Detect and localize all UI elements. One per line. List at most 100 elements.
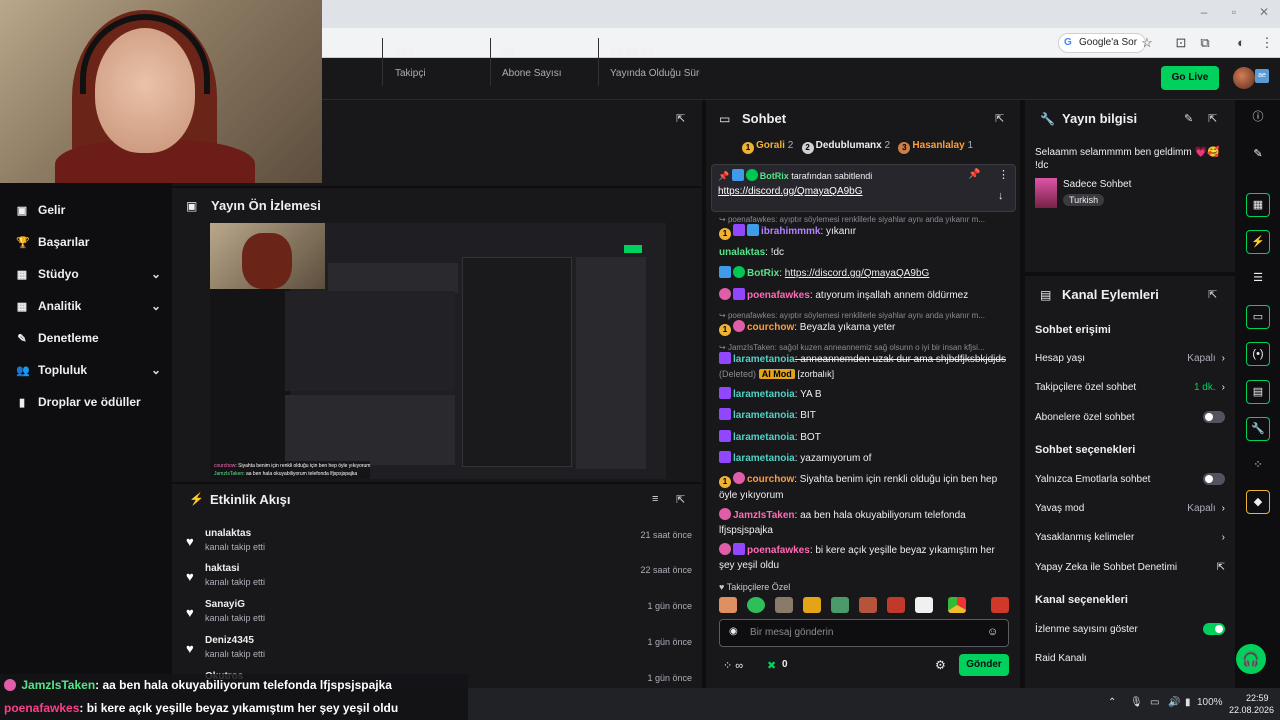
- emote[interactable]: [747, 597, 765, 613]
- category-thumbnail[interactable]: [1035, 178, 1057, 208]
- chat-user[interactable]: larametanoia: [733, 410, 795, 421]
- ai-mod-row[interactable]: Yapay Zeka ile Sohbet Denetimi ⇱: [1035, 557, 1225, 577]
- chat-user[interactable]: larametanoia: [733, 389, 795, 400]
- puzzle-icon[interactable]: ⧉: [1196, 34, 1214, 52]
- menu-dots-icon[interactable]: ⋮: [1258, 34, 1276, 52]
- emote[interactable]: [859, 597, 877, 613]
- mic-icon[interactable]: 🎙: [1130, 697, 1143, 708]
- chat-user[interactable]: larametanoia: [733, 354, 795, 365]
- google-ask-chip[interactable]: G Google'a Sor: [1058, 33, 1147, 53]
- stats-icon[interactable]: ▦: [1246, 193, 1270, 217]
- nav-item-topluluk[interactable]: 👥 Topluluk ⌄: [16, 360, 161, 380]
- chat-user[interactable]: poenafawkes: [747, 290, 810, 301]
- pin-icon[interactable]: 📌: [968, 169, 980, 180]
- pinned-link[interactable]: https://discord.gg/QmayaQA9bG: [718, 186, 863, 197]
- panel-icon[interactable]: ▤: [1246, 380, 1270, 404]
- chat-link[interactable]: https://discord.gg/QmayaQA9bG: [785, 268, 930, 279]
- extension-icon[interactable]: ⊡: [1172, 34, 1190, 52]
- nav-item-droplar[interactable]: ▮ Droplar ve ödüller: [16, 392, 161, 412]
- wrench-rail-icon[interactable]: 🔧: [1246, 417, 1270, 441]
- gear-icon[interactable]: ⚙: [935, 658, 946, 672]
- popout-icon[interactable]: ⇱: [676, 493, 685, 506]
- subs-chat-toggle[interactable]: [1203, 411, 1225, 423]
- popout-icon[interactable]: ⇱: [676, 112, 685, 125]
- raid-row[interactable]: Raid Kanalı: [1035, 648, 1225, 668]
- filter-icon[interactable]: ≡: [652, 493, 658, 505]
- profile-icon[interactable]: ◐: [1232, 34, 1250, 52]
- edit-icon[interactable]: ✎: [1184, 112, 1193, 125]
- more-icon[interactable]: ⋮: [998, 168, 1009, 181]
- account-age-row[interactable]: Hesap yaşı Kapalı ›: [1035, 348, 1225, 368]
- display-icon[interactable]: ▭: [1150, 697, 1159, 708]
- minimize-icon[interactable]: –: [1198, 6, 1210, 18]
- nav-item-analitik[interactable]: ▦ Analitik ⌄: [16, 296, 161, 316]
- emote[interactable]: [915, 597, 933, 613]
- emoji-icon[interactable]: ☺: [987, 626, 998, 638]
- chat-rail-icon[interactable]: ▭: [1246, 305, 1270, 329]
- emote-only-toggle[interactable]: [1203, 473, 1225, 485]
- feed-user[interactable]: haktasi: [205, 563, 239, 574]
- slow-mode-row[interactable]: Yavaş mod Kapalı ›: [1035, 498, 1225, 518]
- chat-user[interactable]: BotRix: [747, 268, 779, 279]
- nav-item-basarilar[interactable]: 🏆 Başarılar: [16, 232, 161, 252]
- emote[interactable]: [991, 597, 1009, 613]
- emote[interactable]: [803, 597, 821, 613]
- infinity-icon[interactable]: ⁘ ∞: [723, 659, 743, 672]
- feed-user[interactable]: unalaktas: [205, 528, 251, 539]
- reply-icon: ↪: [719, 215, 728, 224]
- tag-chip[interactable]: Turkish: [1063, 194, 1105, 206]
- chat-user[interactable]: courchow: [747, 322, 794, 333]
- nav-item-gelir[interactable]: ▣ Gelir: [16, 200, 161, 220]
- followers-chat-row[interactable]: Takipçilere özel sohbet 1 dk. ›: [1035, 377, 1225, 397]
- arrow-down-icon[interactable]: ↓: [998, 190, 1004, 202]
- popout-icon[interactable]: ⇱: [995, 112, 1004, 125]
- emote[interactable]: [831, 597, 849, 613]
- top-chatter-name[interactable]: Dedublumanx: [816, 140, 882, 151]
- banned-words-row[interactable]: Yasaklanmış kelimeler ›: [1035, 527, 1225, 547]
- restore-icon[interactable]: ▫: [1228, 6, 1240, 18]
- go-live-button[interactable]: Go Live: [1161, 66, 1219, 90]
- chat-user[interactable]: JamzIsTaken: [733, 510, 795, 521]
- chevron-up-icon[interactable]: ⌃: [1108, 697, 1116, 708]
- chat-user[interactable]: poenafawkes: [747, 545, 810, 556]
- points-count: 0: [782, 659, 788, 670]
- close-icon[interactable]: ✕: [1258, 6, 1270, 18]
- emote[interactable]: [887, 597, 905, 613]
- popout-icon[interactable]: ⇱: [1208, 288, 1217, 301]
- chat-user[interactable]: larametanoia: [733, 432, 795, 443]
- list-icon[interactable]: ☰: [1246, 267, 1270, 291]
- dots-icon[interactable]: ⁘: [1246, 454, 1270, 478]
- help-icon[interactable]: 🎧: [1236, 644, 1266, 674]
- broadcast-icon[interactable]: (•): [1246, 342, 1270, 366]
- top-chatter-name[interactable]: Gorali: [756, 140, 785, 151]
- nav-item-denetleme[interactable]: ✎ Denetleme: [16, 328, 161, 348]
- category-name[interactable]: Sadece Sohbet: [1063, 179, 1131, 190]
- studio-icon: ▦: [16, 268, 28, 281]
- show-views-toggle[interactable]: [1203, 623, 1225, 635]
- points-icon[interactable]: ✖: [767, 659, 776, 672]
- pencil-icon[interactable]: ✎: [1246, 143, 1270, 167]
- send-button[interactable]: Gönder: [959, 654, 1009, 676]
- bolt-icon[interactable]: ⚡: [1246, 230, 1270, 254]
- popout-icon[interactable]: ⇱: [1208, 112, 1217, 125]
- chat-user[interactable]: ibrahimmmk: [761, 226, 820, 237]
- chat-settings-icon[interactable]: ◉: [729, 626, 738, 637]
- battery-icon[interactable]: ▮: [1185, 697, 1191, 708]
- top-chatter-name[interactable]: Hasanlalay: [912, 140, 964, 151]
- emote[interactable]: [719, 597, 737, 613]
- emote[interactable]: [775, 597, 793, 613]
- emote[interactable]: [948, 597, 966, 613]
- avatar[interactable]: [1233, 67, 1255, 89]
- speaker-icon[interactable]: 🔊: [1168, 697, 1180, 708]
- chat-user[interactable]: BotRix: [760, 171, 789, 181]
- feed-user[interactable]: SanayiG: [205, 599, 245, 610]
- chat-user[interactable]: larametanoia: [733, 453, 795, 464]
- feed-user[interactable]: Deniz4345: [205, 635, 254, 646]
- nav-item-studyo[interactable]: ▦ Stüdyo ⌄: [16, 264, 161, 284]
- info-icon[interactable]: ⓘ: [1246, 106, 1270, 130]
- stream-preview[interactable]: courchow: Siyahta benim için renkli oldu…: [210, 223, 666, 479]
- chat-user[interactable]: courchow: [747, 474, 794, 485]
- star-icon[interactable]: ☆: [1138, 34, 1156, 52]
- diamond-icon[interactable]: ◆: [1246, 490, 1270, 514]
- chat-user[interactable]: unalaktas: [719, 247, 765, 258]
